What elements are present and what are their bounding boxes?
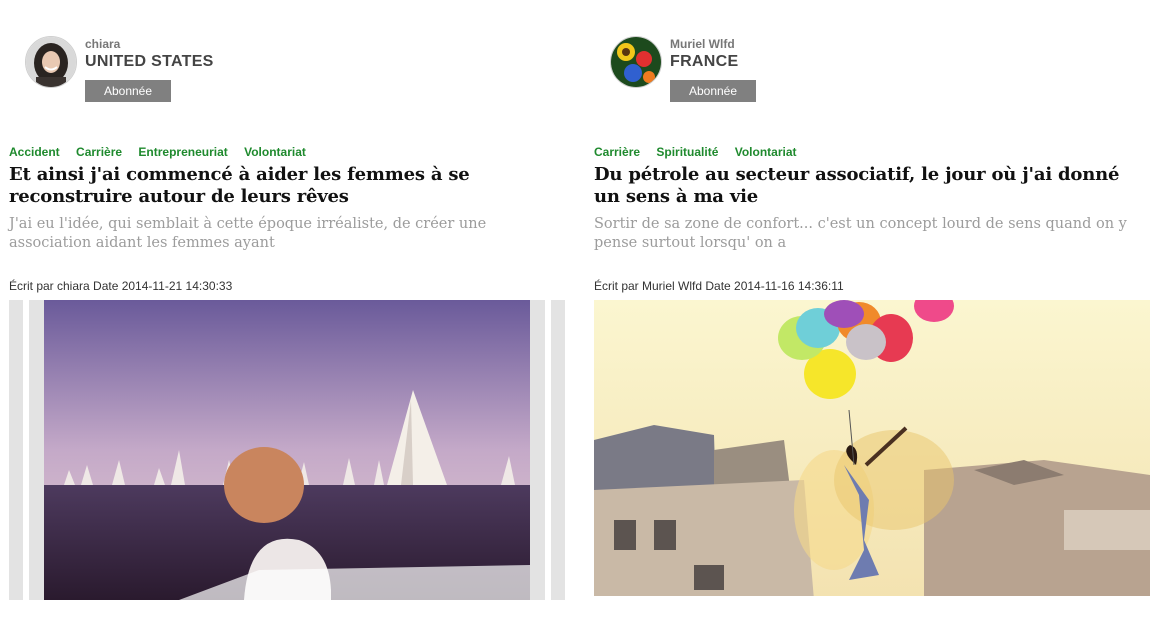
- subscribe-button[interactable]: Abonnée: [85, 80, 171, 102]
- avatar-portrait-image: [26, 37, 76, 87]
- tag-link[interactable]: Volontariat: [735, 145, 797, 159]
- post-title[interactable]: Du pétrole au secteur associatif, le jou…: [594, 164, 1144, 208]
- tag-link[interactable]: Carrière: [76, 145, 122, 159]
- avatar-flowers-image: [611, 37, 661, 87]
- author-country: UNITED STATES: [85, 53, 214, 70]
- post-meta: Écrit par chiara Date 2014-11-21 14:30:3…: [9, 279, 233, 293]
- post-image[interactable]: [594, 300, 1150, 600]
- post-image[interactable]: [9, 300, 565, 600]
- tag-link[interactable]: Carrière: [594, 145, 640, 159]
- post-card: Muriel Wlfd FRANCE Abonnée Carrière Spir…: [594, 0, 1150, 631]
- tag-link[interactable]: Volontariat: [244, 145, 306, 159]
- post-card: chiara UNITED STATES Abonnée Accident Ca…: [9, 0, 565, 631]
- post-excerpt: J'ai eu l'idée, qui semblait à cette épo…: [9, 216, 487, 251]
- author-country: FRANCE: [670, 53, 739, 70]
- balloons-rooftop-photo: [594, 300, 1150, 600]
- post-title[interactable]: Et ainsi j'ai commencé à aider les femme…: [9, 164, 559, 208]
- tag-link[interactable]: Accident: [9, 145, 60, 159]
- author-avatar[interactable]: [610, 36, 662, 88]
- author-block: chiara UNITED STATES Abonnée: [25, 36, 425, 106]
- author-name[interactable]: Muriel Wlfd: [670, 37, 735, 51]
- sailing-boat-photo: [9, 300, 565, 600]
- tag-list: Carrière Spiritualité Volontariat: [594, 145, 810, 159]
- tag-link[interactable]: Entrepreneuriat: [138, 145, 227, 159]
- tag-link[interactable]: Spiritualité: [656, 145, 718, 159]
- author-avatar[interactable]: [25, 36, 77, 88]
- author-name[interactable]: chiara: [85, 37, 120, 51]
- post-meta: Écrit par Muriel Wlfd Date 2014-11-16 14…: [594, 279, 844, 293]
- post-excerpt: Sortir de sa zone de confort... c'est un…: [594, 216, 1127, 251]
- subscribe-button[interactable]: Abonnée: [670, 80, 756, 102]
- tag-list: Accident Carrière Entrepreneuriat Volont…: [9, 145, 319, 159]
- author-block: Muriel Wlfd FRANCE Abonnée: [610, 36, 1010, 106]
